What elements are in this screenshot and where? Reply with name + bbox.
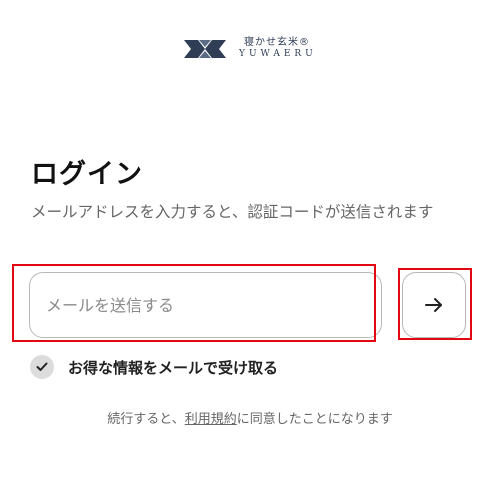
arrow-right-icon: [425, 298, 442, 312]
page-title: ログイン: [31, 159, 143, 190]
terms-suffix: に同意したことになります: [236, 412, 393, 427]
terms-of-service-link[interactable]: 利用規約: [185, 412, 237, 427]
logo-name-jp: 寝かせ玄米®: [244, 37, 310, 48]
logo-mark-icon: [184, 40, 226, 58]
terms-prefix: 続行すると、: [107, 412, 185, 427]
brand-logo: 寝かせ玄米® YUWAERU: [184, 30, 324, 66]
optin-checkbox[interactable]: [30, 355, 54, 379]
logo-name-en: YUWAERU: [239, 49, 317, 59]
newsletter-optin[interactable]: お得な情報をメールで受け取る: [30, 355, 278, 379]
email-field[interactable]: [29, 272, 382, 338]
terms-notice: 続行すると、利用規約に同意したことになります: [0, 408, 500, 427]
optin-label: お得な情報をメールで受け取る: [68, 358, 279, 377]
submit-button[interactable]: [402, 272, 466, 338]
check-icon: [36, 362, 48, 371]
login-description: メールアドレスを入力すると、認証コードが送信されます: [31, 203, 434, 221]
email-input[interactable]: [44, 273, 368, 338]
